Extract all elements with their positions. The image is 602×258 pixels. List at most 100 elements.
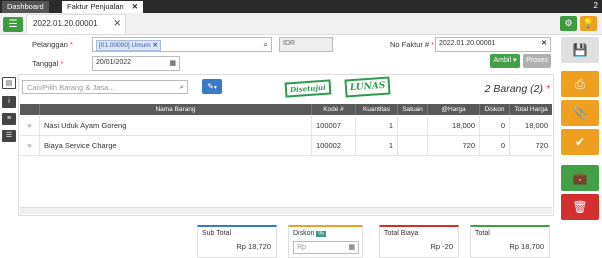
diskon-placeholder: Rp bbox=[297, 244, 306, 251]
close-icon[interactable]: ✕ bbox=[113, 18, 121, 29]
remove-icon[interactable]: ✕ bbox=[152, 42, 157, 49]
document-tab[interactable]: 2022.01.20.00001 ✕ bbox=[26, 14, 126, 34]
required-mark: * bbox=[69, 40, 73, 49]
tab-faktur-penjualan[interactable]: Faktur Penjualan ✕ bbox=[62, 1, 143, 13]
header-nama: Nama Barang bbox=[40, 104, 312, 115]
close-icon[interactable]: ✕ bbox=[132, 2, 138, 11]
header-kode: Kode # bbox=[312, 104, 356, 115]
required-mark: * bbox=[545, 83, 550, 95]
approve-button[interactable]: ✔ bbox=[561, 129, 599, 155]
ambil-label: Ambil bbox=[493, 57, 512, 64]
cell-harga[interactable]: 720 bbox=[428, 136, 480, 156]
stamp-approved: Disetujui bbox=[284, 79, 332, 98]
print-icon: ⎙ bbox=[575, 77, 585, 91]
diskon-input[interactable]: Rp ▦ bbox=[293, 241, 359, 254]
print-button[interactable]: ⎙ bbox=[561, 71, 599, 97]
list-detail-icon[interactable]: ☰ bbox=[2, 130, 16, 142]
item-list-icon[interactable]: ▤ bbox=[2, 77, 16, 89]
table-row[interactable]: ≡ Nasi Uduk Ayam Goreng 100007 1 18,000 … bbox=[20, 116, 552, 136]
tips-button[interactable]: 💡 bbox=[580, 16, 597, 31]
lightbulb-icon: 💡 bbox=[582, 18, 595, 28]
gear-icon: ⚙ bbox=[564, 18, 573, 28]
save-button[interactable]: 💾 bbox=[561, 37, 599, 63]
menu-list-button[interactable]: ☰ bbox=[3, 17, 23, 32]
cell-diskon[interactable]: 0 bbox=[480, 136, 510, 156]
pelanggan-field[interactable]: [01.00000] Umum ✕ ⌕ bbox=[92, 37, 272, 52]
chevron-down-icon: ▾ bbox=[213, 85, 217, 91]
cell-total: 720 bbox=[535, 141, 548, 150]
required-mark: * bbox=[431, 40, 435, 49]
header-harga: @Harga bbox=[428, 104, 480, 115]
stamp-paid: LUNAS bbox=[344, 76, 391, 98]
tab-faktur-label: Faktur Penjualan bbox=[67, 2, 124, 11]
database-icon[interactable]: ≡ bbox=[2, 113, 16, 125]
header-satuan: Satuan bbox=[398, 104, 428, 115]
header-total: Total Harga bbox=[514, 106, 548, 113]
faktur-field[interactable]: 2022.01.20.00001 ✕ bbox=[435, 37, 551, 52]
list-icon: ☰ bbox=[8, 19, 18, 30]
cell-qty[interactable]: 1 bbox=[356, 136, 398, 156]
pencil-icon: ✎ bbox=[207, 82, 214, 91]
tanggal-value: 20/01/2022 bbox=[96, 59, 132, 66]
required-mark: * bbox=[60, 59, 64, 68]
table-row[interactable]: ≡ Biaya Service Charge 100002 1 720 0 72… bbox=[20, 136, 552, 156]
total-biaya-box: Total Biaya Rp -20 bbox=[379, 225, 459, 258]
clear-icon[interactable]: ✕ bbox=[541, 39, 547, 47]
horizontal-scrollbar[interactable] bbox=[20, 207, 552, 214]
pelanggan-tag-text: [01.00000] Umum bbox=[99, 42, 151, 49]
cell-kode: 100002 bbox=[312, 136, 356, 156]
cell-kode: 100007 bbox=[312, 116, 356, 136]
grand-total-value: Rp 18,700 bbox=[509, 242, 544, 251]
pelanggan-label: Pelanggan * bbox=[32, 40, 73, 49]
tanggal-label: Tanggal * bbox=[32, 59, 63, 68]
delete-button[interactable]: 🗑 bbox=[561, 194, 599, 220]
document-tab-label: 2022.01.20.00001 bbox=[33, 19, 98, 28]
header-diskon: Diskon bbox=[480, 104, 510, 115]
tab-dashboard[interactable]: Dashboard bbox=[2, 1, 49, 13]
faktur-label: No Faktur # * bbox=[390, 40, 434, 49]
item-count: 2 Barang (2) * bbox=[485, 83, 550, 95]
tanggal-field[interactable]: 20/01/2022 ▦ bbox=[92, 56, 180, 71]
briefcase-icon: 💼 bbox=[572, 171, 588, 185]
edit-button[interactable]: ✎▾ bbox=[202, 79, 222, 94]
diskon-label: Diskon bbox=[293, 230, 315, 237]
calculator-icon[interactable]: ▦ bbox=[348, 243, 355, 251]
cell-diskon[interactable]: 0 bbox=[480, 116, 510, 136]
total-biaya-value: Rp -20 bbox=[430, 242, 453, 251]
subtotal-label: Sub Total bbox=[202, 230, 232, 237]
item-count-text: 2 Barang (2) bbox=[484, 83, 543, 95]
info-icon[interactable]: i bbox=[2, 96, 16, 108]
cell-nama: Biaya Service Charge bbox=[40, 136, 312, 156]
cell-nama: Nasi Uduk Ayam Goreng bbox=[40, 116, 312, 136]
table-header: Nama Barang Kode # Kuantitas Satuan @Har… bbox=[20, 104, 552, 115]
tanggal-label-text: Tanggal bbox=[32, 59, 59, 68]
diskon-box: Diskon % Rp ▦ bbox=[288, 225, 363, 258]
drag-handle-icon[interactable]: ≡ bbox=[20, 136, 40, 156]
percent-badge[interactable]: % bbox=[316, 231, 326, 237]
header-qty: Kuantitas bbox=[356, 104, 398, 115]
trash-icon: 🗑 bbox=[572, 200, 588, 214]
save-icon: 💾 bbox=[572, 43, 588, 57]
cell-harga[interactable]: 18,000 bbox=[428, 116, 480, 136]
item-search-input[interactable]: Cari/Pilih Barang & Jasa... ⌕ bbox=[22, 80, 188, 94]
search-icon[interactable]: ⌕ bbox=[264, 40, 268, 50]
grand-total-label: Total bbox=[475, 230, 490, 237]
pelanggan-label-text: Pelanggan bbox=[32, 40, 68, 49]
settings-button[interactable]: ⚙ bbox=[560, 16, 577, 31]
toolbox-button[interactable]: 💼 bbox=[561, 165, 599, 191]
cell-qty[interactable]: 1 bbox=[356, 116, 398, 136]
search-icon[interactable]: ⌕ bbox=[180, 82, 184, 92]
attach-button[interactable]: 📎 bbox=[561, 100, 599, 126]
grand-total-box: Total Rp 18,700 bbox=[470, 225, 550, 258]
calendar-icon[interactable]: ▦ bbox=[169, 59, 176, 67]
check-icon: ✔ bbox=[574, 135, 586, 149]
subtotal-box: Sub Total Rp 18,720 bbox=[197, 225, 277, 258]
proses-button[interactable]: Proses bbox=[523, 54, 551, 68]
ambil-button[interactable]: Ambil ▾ bbox=[490, 54, 520, 68]
cell-satuan bbox=[398, 136, 428, 156]
total-biaya-label: Total Biaya bbox=[384, 230, 419, 237]
cell-satuan bbox=[398, 116, 428, 136]
subtotal-value: Rp 18,720 bbox=[236, 242, 271, 251]
drag-handle-icon[interactable]: ≡ bbox=[20, 116, 40, 136]
pelanggan-tag: [01.00000] Umum ✕ bbox=[96, 40, 161, 51]
